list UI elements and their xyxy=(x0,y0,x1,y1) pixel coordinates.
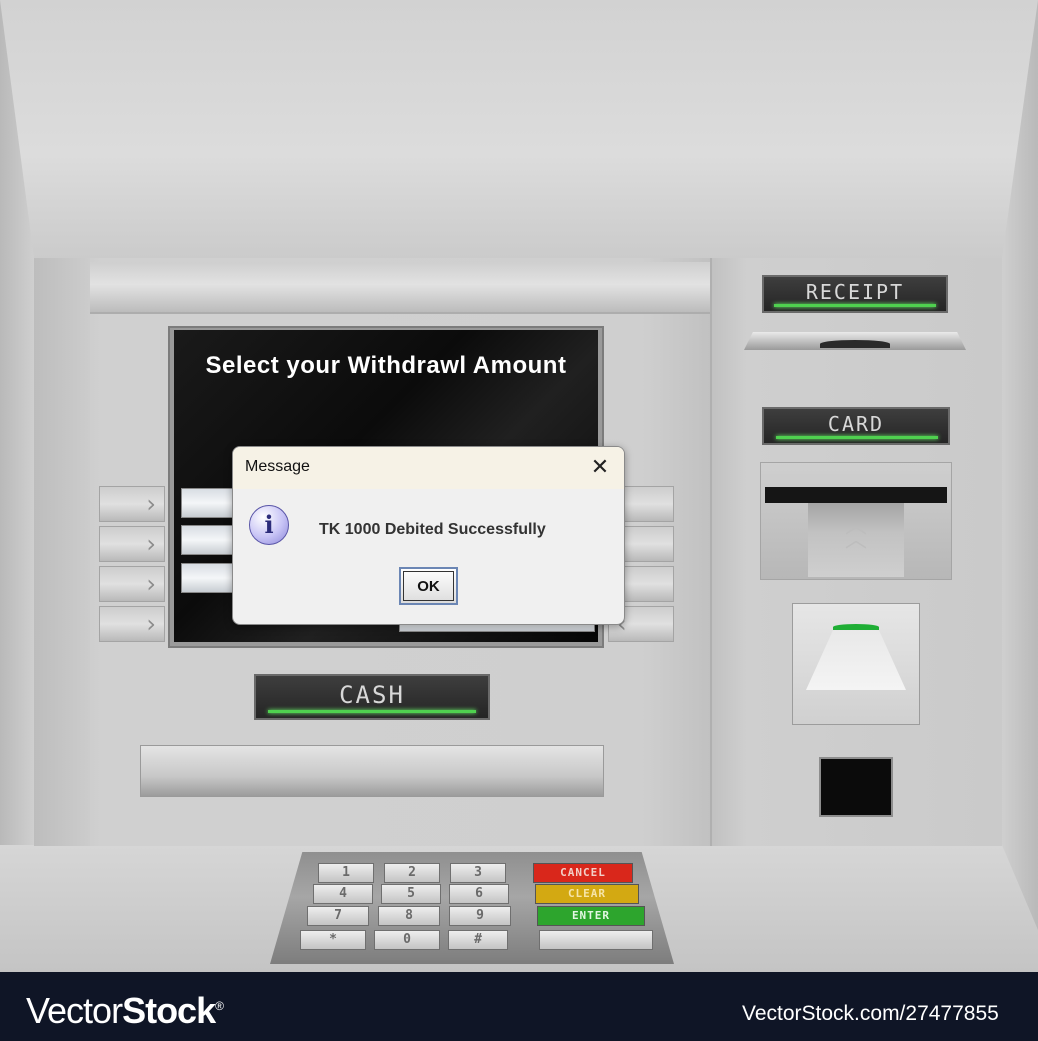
key-hash[interactable]: # xyxy=(448,930,508,950)
close-icon[interactable]: ✕ xyxy=(585,453,615,483)
key-7[interactable]: 7 xyxy=(307,906,369,926)
cash-dispenser[interactable] xyxy=(140,745,604,797)
amount-option-button[interactable] xyxy=(181,525,237,555)
info-icon: i xyxy=(249,505,289,545)
dialog-title: Message xyxy=(245,458,310,475)
brand-light: Vector xyxy=(26,990,123,1031)
card-slot[interactable] xyxy=(765,487,947,503)
brand-mark: ® xyxy=(215,999,224,1013)
blank-key[interactable] xyxy=(539,930,653,950)
screen-title: Select your Withdrawl Amount xyxy=(205,352,567,379)
key-3[interactable]: 3 xyxy=(450,863,506,883)
side-key-left-2[interactable]: › xyxy=(99,526,165,562)
key-star[interactable]: * xyxy=(300,930,366,950)
key-9[interactable]: 9 xyxy=(449,906,511,926)
key-2[interactable]: 2 xyxy=(384,863,440,883)
key-1[interactable]: 1 xyxy=(318,863,374,883)
receipt-slot-led xyxy=(774,304,936,307)
clear-key[interactable]: CLEAR xyxy=(535,884,639,904)
ok-button[interactable]: OK xyxy=(399,567,458,605)
receipt-opening xyxy=(820,340,890,348)
card-slot-led xyxy=(776,436,938,439)
cash-slot-led xyxy=(268,710,476,713)
card-insert-chevron-icon: ︿ ︿ xyxy=(844,514,867,553)
side-key-left-1[interactable]: › xyxy=(99,486,165,522)
enter-key[interactable]: ENTER xyxy=(537,906,645,926)
key-8[interactable]: 8 xyxy=(378,906,440,926)
booth-ceiling xyxy=(0,0,1038,258)
side-key-left-3[interactable]: › xyxy=(99,566,165,602)
key-4[interactable]: 4 xyxy=(313,884,373,904)
key-5[interactable]: 5 xyxy=(381,884,441,904)
message-dialog: Message ✕ i TK 1000 Debited Successfully… xyxy=(232,446,625,625)
brand-bold: Stock xyxy=(122,990,216,1031)
amount-option-button[interactable] xyxy=(181,563,237,593)
cancel-key[interactable]: CANCEL xyxy=(533,863,633,883)
atm-top-ledge xyxy=(90,262,710,314)
security-camera xyxy=(819,757,893,817)
key-0[interactable]: 0 xyxy=(374,930,440,950)
card-slot-label: CARD xyxy=(762,407,950,445)
side-key-left-4[interactable]: › xyxy=(99,606,165,642)
receipt-slot-label: RECEIPT xyxy=(762,275,948,313)
atm-left-column xyxy=(34,258,90,846)
key-6[interactable]: 6 xyxy=(449,884,509,904)
image-id: VectorStock.com/27477855 xyxy=(742,1002,999,1025)
amount-option-button[interactable] xyxy=(181,488,237,518)
dialog-message: TK 1000 Debited Successfully xyxy=(319,521,546,538)
vectorstock-logo: VectorStock® xyxy=(26,990,224,1032)
card-reader-led xyxy=(833,624,879,630)
cash-slot-label: CASH xyxy=(254,674,490,720)
